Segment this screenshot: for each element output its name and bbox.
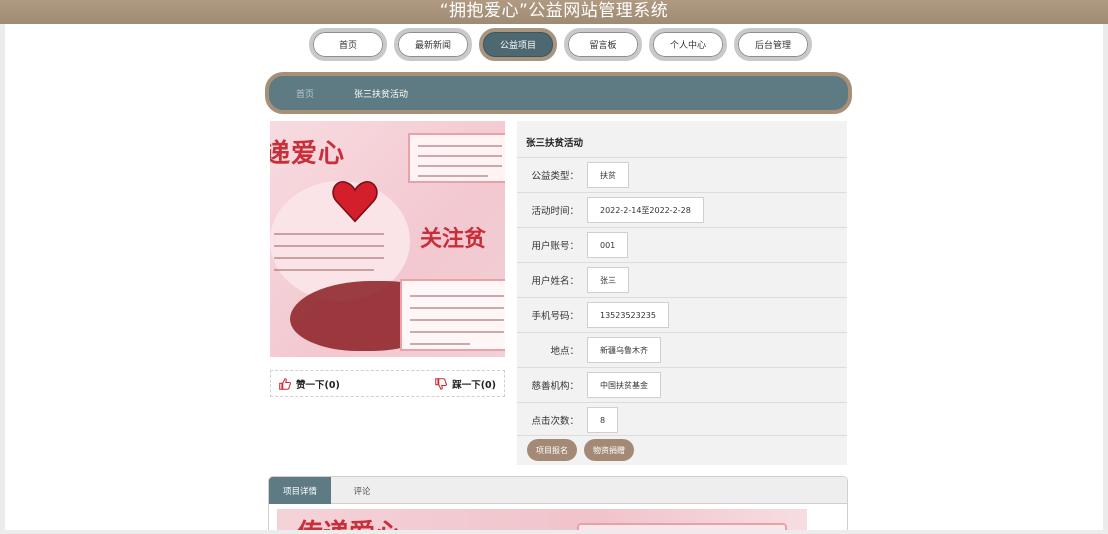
nav-projects[interactable]: 公益项目 (479, 28, 557, 61)
project-tabs: 项目详情 评论 传递爱心 (268, 476, 848, 534)
site-title: “拥抱爱心”公益网站管理系统 (439, 1, 669, 21)
tab-bar: 项目详情 评论 (269, 477, 847, 504)
field-row-phone: 手机号码： 13523523235 (517, 297, 847, 332)
field-label: 慈善机构： (531, 381, 579, 392)
field-row-clicks: 点击次数： 8 (517, 402, 847, 437)
field-value-clicks: 8 (587, 407, 619, 433)
divider (517, 435, 847, 436)
breadcrumb-home-link[interactable]: 首页 (296, 87, 314, 100)
action-buttons: 项目报名 物资捐赠 (527, 439, 634, 461)
bottom-bar (0, 530, 1108, 534)
poster-subtitle-art: 关注贫 (420, 226, 487, 252)
thumbs-up-icon (279, 377, 291, 390)
field-row-time: 活动时间： 2022-2-14至2022-2-28 (517, 192, 847, 227)
field-value-charity: 中国扶贫基金 (587, 372, 661, 398)
field-row-location: 地点： 新疆乌鲁木齐 (517, 332, 847, 367)
nav-personal-center[interactable]: 个人中心 (649, 28, 727, 61)
main-nav: 首页 最新新闻 公益项目 留言板 个人中心 后台管理 (309, 28, 812, 62)
field-row-account: 用户账号： 001 (517, 227, 847, 262)
vote-box: 赞一下(0) 踩一下(0) (270, 370, 505, 397)
tab-comments[interactable]: 评论 (331, 477, 393, 504)
poster-card-bottom (400, 279, 505, 351)
nav-admin[interactable]: 后台管理 (734, 28, 812, 61)
field-row-charity: 慈善机构： 中国扶贫基金 (517, 367, 847, 402)
like-label: 赞一下(0) (296, 379, 340, 391)
nav-home[interactable]: 首页 (309, 28, 387, 61)
field-label: 点击次数： (531, 416, 579, 427)
window-frame-left (0, 0, 5, 534)
breadcrumb: 首页 张三扶贫活动 (265, 72, 852, 114)
field-label: 活动时间： (531, 206, 579, 217)
field-row-type: 公益类型： 扶贫 (517, 157, 847, 192)
heart-icon (332, 180, 378, 223)
dislike-button[interactable]: 踩一下(0) (435, 377, 496, 391)
nav-news[interactable]: 最新新闻 (394, 28, 472, 61)
field-label: 手机号码： (531, 311, 579, 322)
poster-card-top (408, 133, 505, 183)
breadcrumb-current: 张三扶贫活动 (354, 89, 409, 100)
signup-button[interactable]: 项目报名 (527, 439, 577, 461)
window-frame-right (1103, 0, 1108, 534)
site-header: “拥抱爱心”公益网站管理系统 (0, 0, 1108, 24)
donate-button[interactable]: 物资捐赠 (584, 439, 634, 461)
field-label: 公益类型： (531, 171, 579, 182)
field-label: 用户账号： (531, 241, 579, 252)
field-value-location: 新疆乌鲁木齐 (587, 337, 661, 363)
poster-title-art: 递爱心 (270, 139, 346, 169)
field-value-account: 001 (587, 232, 629, 258)
project-title: 张三扶贫活动 (526, 138, 584, 149)
field-value-phone: 13523523235 (587, 302, 669, 328)
project-info-panel: 张三扶贫活动 公益类型： 扶贫 活动时间： 2022-2-14至2022-2-2… (517, 121, 847, 465)
dislike-label: 踩一下(0) (452, 379, 496, 391)
thumbs-down-icon (435, 377, 448, 390)
field-row-name: 用户姓名： 张三 (517, 262, 847, 297)
like-button[interactable]: 赞一下(0) (279, 377, 340, 391)
field-value-time: 2022-2-14至2022-2-28 (587, 197, 704, 223)
field-label: 地点： (550, 346, 579, 357)
project-poster-image: 递爱心 关注贫 (270, 121, 505, 357)
tab-project-detail[interactable]: 项目详情 (269, 477, 331, 504)
field-label: 用户姓名： (531, 276, 579, 287)
nav-message-board[interactable]: 留言板 (564, 28, 642, 61)
field-value-type: 扶贫 (587, 162, 629, 188)
field-value-name: 张三 (587, 267, 629, 293)
